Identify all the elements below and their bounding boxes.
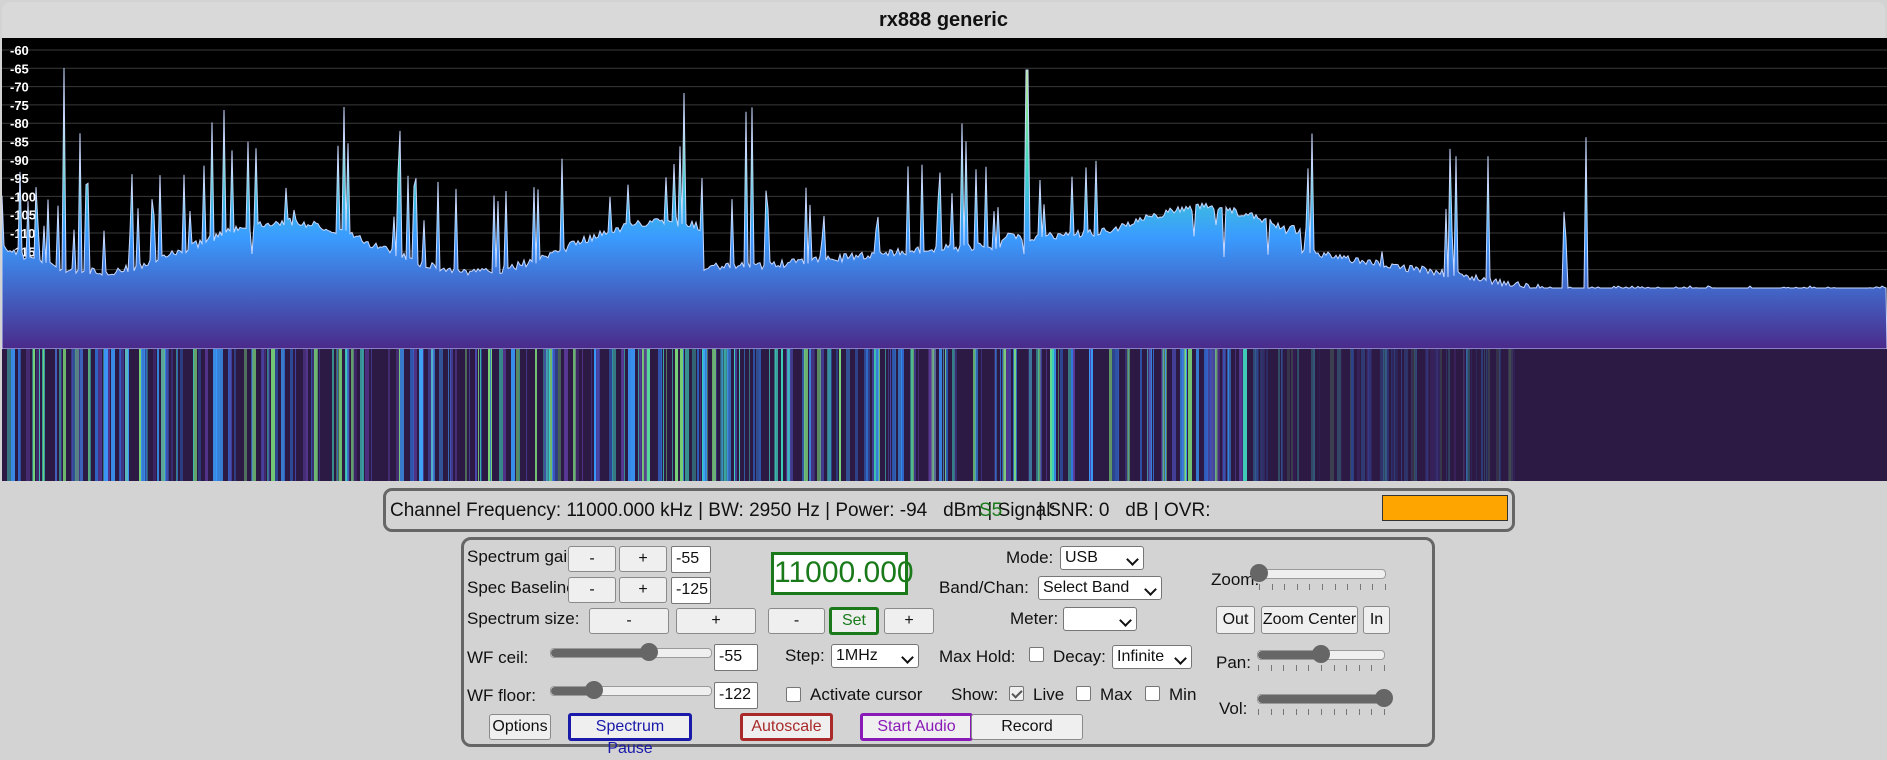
mode-select[interactable]: USB (1060, 546, 1144, 570)
spec-baseline-plus-button[interactable]: + (619, 577, 667, 603)
frequency-plus-button[interactable]: + (884, 608, 934, 634)
band-chan-label: Band/Chan: (939, 578, 1029, 597)
control-panel: Spectrum gain: - + -55 Spec Baseline: - … (461, 537, 1435, 757)
pan-label: Pan: (1216, 653, 1251, 672)
waterfall-display[interactable] (2, 349, 1887, 481)
step-select[interactable]: 1MHz (831, 644, 919, 668)
show-max-label: Max (1100, 685, 1133, 704)
spectrum-gain-input[interactable]: -55 (671, 546, 711, 573)
y-axis-tick-label: -90 (10, 153, 29, 168)
signal-level: S5 (979, 500, 1003, 521)
spec-baseline-input[interactable]: -125 (671, 577, 711, 604)
vol-label: Vol: (1219, 699, 1248, 718)
autoscale-button[interactable]: Autoscale (740, 713, 833, 741)
waterfall-plot[interactable] (2, 349, 1887, 481)
overload-indicator (1382, 495, 1508, 521)
y-axis-tick-label: -80 (10, 116, 29, 131)
pan-slider-thumb[interactable] (1312, 645, 1330, 663)
activate-cursor-checkbox[interactable] (786, 687, 801, 702)
spectrum-gain-label: Spectrum gain: (467, 547, 582, 566)
meter-label: Meter: (1010, 609, 1059, 628)
wf-ceil-label: WF ceil: (467, 648, 529, 667)
band-select[interactable]: Select Band (1038, 576, 1162, 600)
step-label: Step: (785, 646, 825, 665)
set-frequency-button[interactable]: Set (829, 607, 879, 635)
y-axis-tick-label: -70 (10, 80, 29, 95)
options-button[interactable]: Options (489, 714, 551, 740)
show-label: Show: (951, 685, 999, 704)
max-hold-label: Max Hold: (939, 647, 1016, 666)
wf-ceil-input[interactable]: -55 (714, 644, 758, 671)
spectrum-trace (2, 67, 1887, 349)
y-axis-tick-label: -110 (10, 226, 35, 241)
spec-baseline-label: Spec Baseline: (467, 578, 581, 597)
wf-floor-input[interactable]: -122 (714, 682, 758, 709)
mode-label: Mode: (1006, 548, 1054, 567)
decay-label: Decay: (1053, 647, 1106, 666)
max-hold-checkbox[interactable] (1029, 647, 1044, 662)
spectrum-pause-button[interactable]: Spectrum Pause (568, 713, 692, 757)
start-audio-button[interactable]: Start Audio (860, 713, 973, 741)
wf-ceil-slider-thumb[interactable] (639, 643, 658, 661)
y-axis-tick-label: -85 (10, 135, 29, 150)
spectrum-gain-minus-button[interactable]: - (568, 546, 616, 572)
zoom-in-button[interactable]: In (1363, 606, 1390, 634)
show-min-label: Min (1169, 685, 1197, 704)
decay-select[interactable]: Infinite (1112, 645, 1192, 669)
spectrum-size-minus-button[interactable]: - (589, 608, 669, 634)
wf-ceil-slider[interactable] (550, 643, 712, 661)
y-axis-tick-label: -100 (10, 189, 36, 204)
channel-status-text: Channel Frequency: 11000.000 kHz | BW: 2… (390, 500, 1056, 521)
spectrum-gain-plus-button[interactable]: + (619, 546, 667, 572)
status-bar: Channel Frequency: 11000.000 kHz | BW: 2… (383, 488, 1515, 532)
pan-slider[interactable] (1257, 645, 1385, 671)
spectrum-size-plus-button[interactable]: + (676, 608, 756, 634)
y-axis-tick-label: -65 (10, 61, 29, 76)
y-axis-tick-label: -105 (10, 208, 36, 223)
zoom-slider-thumb[interactable] (1250, 564, 1268, 582)
frequency-display[interactable]: 11000.000 (771, 552, 914, 595)
meter-select[interactable] (1063, 607, 1137, 631)
spectrum-display[interactable]: -60-65-70-75-80-85-90-95-100-105-110-115… (2, 38, 1887, 349)
y-axis-tick-label: -75 (10, 98, 29, 113)
zoom-center-button[interactable]: Zoom Center (1261, 606, 1358, 634)
window-title: rx888 generic (2, 2, 1885, 38)
volume-slider[interactable] (1257, 689, 1393, 715)
wf-floor-slider[interactable] (550, 681, 712, 699)
spectrum-plot[interactable]: -60-65-70-75-80-85-90-95-100-105-110-115… (2, 38, 1887, 349)
frequency-minus-button[interactable]: - (768, 608, 825, 634)
zoom-out-button[interactable]: Out (1216, 606, 1255, 634)
snr-status-text: | SNR: 0 dB | OVR: (1038, 500, 1211, 521)
show-live-label: Live (1033, 685, 1065, 704)
wf-floor-slider-thumb[interactable] (585, 681, 604, 699)
volume-slider-thumb[interactable] (1375, 689, 1393, 707)
record-button[interactable]: Record (971, 714, 1083, 740)
show-max-checkbox[interactable] (1076, 686, 1091, 701)
spec-baseline-minus-button[interactable]: - (568, 577, 616, 603)
zoom-slider[interactable] (1250, 564, 1386, 590)
wf-floor-label: WF floor: (467, 686, 536, 705)
y-axis-tick-label: -60 (10, 43, 29, 58)
activate-cursor-label: Activate cursor (810, 685, 923, 704)
spectrum-size-label: Spectrum size: (467, 609, 580, 628)
show-min-checkbox[interactable] (1145, 686, 1160, 701)
show-live-checkbox[interactable] (1009, 686, 1024, 701)
